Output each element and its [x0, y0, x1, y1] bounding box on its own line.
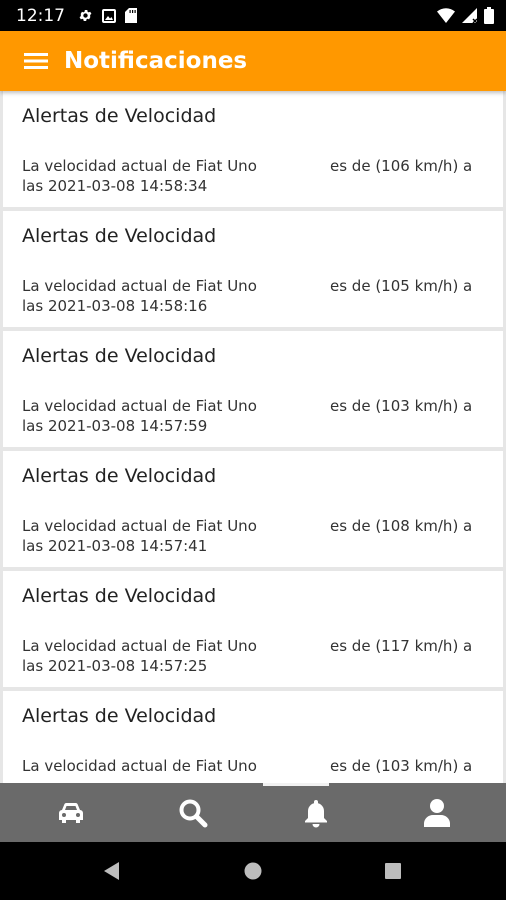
notification-speed: es de (108 km/h) a [330, 517, 473, 535]
notification-title: Alertas de Velocidad [22, 225, 217, 247]
notification-speed: es de (117 km/h) a [330, 637, 473, 655]
notification-card[interactable]: Alertas de Velocidad La velocidad actual… [3, 91, 503, 207]
image-notification-icon [102, 8, 116, 23]
notification-message: La velocidad actual de Fiat Uno [22, 277, 257, 295]
notification-speed: es de (103 km/h) a [330, 757, 473, 775]
notification-message: La velocidad actual de Fiat Uno [22, 157, 257, 175]
notification-title: Alertas de Velocidad [22, 465, 217, 487]
notification-speed: es de (105 km/h) a [330, 277, 473, 295]
notification-message: La velocidad actual de Fiat Uno [22, 517, 257, 535]
app-bar: Notificaciones [0, 31, 506, 91]
back-icon[interactable] [87, 842, 137, 900]
status-time: 12:17 [16, 5, 65, 26]
notification-title: Alertas de Velocidad [22, 585, 217, 607]
notification-timestamp: las 2021-03-08 14:57:41 [22, 537, 208, 555]
status-bar: 12:17 [0, 0, 506, 31]
notification-card[interactable]: Alertas de Velocidad La velocidad actual… [3, 211, 503, 327]
notification-timestamp: las 2021-03-08 14:57:25 [22, 657, 208, 675]
notification-title: Alertas de Velocidad [22, 345, 217, 367]
home-icon[interactable] [228, 842, 278, 900]
signal-icon [462, 8, 477, 23]
notification-card[interactable]: Alertas de Velocidad La velocidad actual… [3, 451, 503, 567]
wifi-icon [437, 8, 455, 23]
notification-title: Alertas de Velocidad [22, 705, 217, 727]
notification-timestamp: las 2021-03-08 14:58:34 [22, 177, 208, 195]
notification-speed: es de (106 km/h) a [330, 157, 473, 175]
notification-message: La velocidad actual de Fiat Uno [22, 757, 257, 775]
battery-icon [484, 7, 494, 24]
notification-card[interactable]: Alertas de Velocidad La velocidad actual… [3, 331, 503, 447]
notification-timestamp: las 2021-03-08 14:58:16 [22, 297, 208, 315]
notification-list[interactable]: Alertas de Velocidad La velocidad actual… [0, 91, 506, 783]
recents-icon[interactable] [368, 842, 418, 900]
notification-speed: es de (103 km/h) a [330, 397, 473, 415]
notification-message: La velocidad actual de Fiat Uno [22, 637, 257, 655]
sd-card-icon [125, 8, 137, 23]
notification-card[interactable]: Alertas de Velocidad La velocidad actual… [3, 571, 503, 687]
notification-message: La velocidad actual de Fiat Uno [22, 397, 257, 415]
bell-icon[interactable] [281, 783, 351, 842]
menu-icon[interactable] [22, 49, 50, 73]
person-icon[interactable] [402, 783, 472, 842]
page-title: Notificaciones [64, 48, 248, 74]
bottom-nav [0, 783, 506, 842]
notification-timestamp: las 2021-03-08 14:57:59 [22, 417, 208, 435]
search-icon[interactable] [158, 783, 228, 842]
notification-title: Alertas de Velocidad [22, 105, 217, 127]
system-nav-bar [0, 842, 506, 900]
car-icon[interactable] [36, 783, 106, 842]
notification-card[interactable]: Alertas de Velocidad La velocidad actual… [3, 691, 503, 783]
gear-icon [78, 8, 93, 23]
